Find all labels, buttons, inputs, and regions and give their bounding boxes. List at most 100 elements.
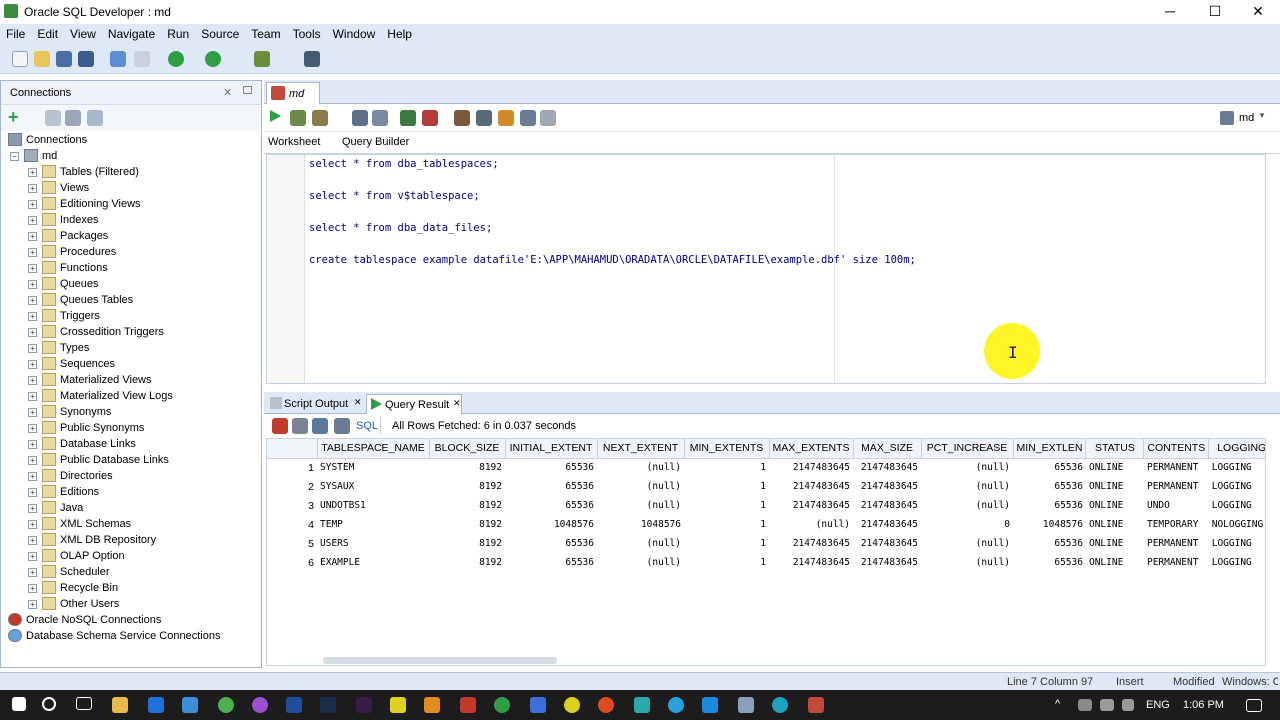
app-icon[interactable] bbox=[424, 697, 440, 713]
tab-query-builder[interactable]: Query Builder bbox=[342, 136, 409, 148]
rollback-icon[interactable] bbox=[422, 110, 438, 126]
expand-icon[interactable]: + bbox=[28, 232, 37, 241]
browser-icon[interactable] bbox=[182, 697, 198, 713]
app-icon[interactable] bbox=[598, 697, 614, 713]
expand-icon[interactable]: + bbox=[28, 360, 37, 369]
menu-help[interactable]: Help bbox=[381, 24, 418, 41]
edge-icon[interactable] bbox=[148, 697, 164, 713]
clock[interactable]: 1:06 PM bbox=[1183, 699, 1224, 711]
explain-plan-icon[interactable] bbox=[352, 110, 368, 126]
chrome-icon[interactable] bbox=[218, 697, 234, 713]
run-script-icon[interactable] bbox=[290, 110, 306, 126]
autotrace-icon[interactable] bbox=[312, 110, 328, 126]
tab-script-output[interactable]: Script Output ✕ bbox=[268, 394, 364, 414]
sql-monitor-icon[interactable] bbox=[304, 51, 320, 67]
add-connection-icon[interactable]: + bbox=[8, 108, 24, 126]
menu-window[interactable]: Window bbox=[327, 24, 382, 41]
save-all-icon[interactable] bbox=[78, 51, 94, 67]
menu-navigate[interactable]: Navigate bbox=[102, 24, 161, 41]
column-header[interactable]: MIN_EXTLEN bbox=[1013, 439, 1087, 459]
column-header[interactable]: NEXT_EXTENT bbox=[597, 439, 685, 459]
battery-icon[interactable] bbox=[1100, 699, 1114, 711]
tab-worksheet[interactable]: Worksheet bbox=[268, 136, 320, 148]
cortana-icon[interactable] bbox=[42, 697, 56, 711]
pencil-app-icon[interactable] bbox=[390, 697, 406, 713]
tab-md[interactable]: md bbox=[266, 82, 320, 104]
migration-icon[interactable] bbox=[254, 51, 270, 67]
forward-icon[interactable] bbox=[205, 51, 221, 67]
filter-icon[interactable] bbox=[65, 110, 81, 126]
windows-start-icon[interactable] bbox=[12, 697, 26, 711]
commit-icon[interactable] bbox=[400, 110, 416, 126]
expand-icon[interactable]: + bbox=[28, 440, 37, 449]
expand-icon[interactable]: + bbox=[28, 184, 37, 193]
pin-icon[interactable] bbox=[272, 418, 288, 434]
expand-icon[interactable]: + bbox=[28, 264, 37, 273]
open-icon[interactable] bbox=[34, 51, 50, 67]
expand-icon[interactable]: + bbox=[28, 520, 37, 529]
expand-icon[interactable]: + bbox=[28, 248, 37, 257]
close-button[interactable]: ✕ bbox=[1236, 0, 1280, 22]
column-header[interactable]: MAX_SIZE bbox=[853, 439, 922, 459]
clear-icon[interactable] bbox=[498, 110, 514, 126]
app-icon[interactable] bbox=[772, 697, 788, 713]
notifications-icon[interactable] bbox=[1246, 699, 1262, 712]
app-icon[interactable] bbox=[252, 697, 268, 713]
expand-icon[interactable]: + bbox=[28, 536, 37, 545]
column-header[interactable]: MIN_EXTENTS bbox=[684, 439, 770, 459]
menu-run[interactable]: Run bbox=[161, 24, 195, 41]
expand-icon[interactable]: + bbox=[28, 424, 37, 433]
expand-icon[interactable]: + bbox=[28, 568, 37, 577]
table-row[interactable]: 5 USERS 8192 65536 (null) 1 2147483645 21474836… bbox=[267, 534, 1265, 553]
table-row[interactable]: 6 EXAMPLE 8192 65536 (null) 1 2147483645 214748… bbox=[267, 553, 1265, 572]
expand-icon[interactable]: + bbox=[28, 280, 37, 289]
sql-history-icon[interactable] bbox=[520, 110, 536, 126]
expand-icon[interactable]: + bbox=[28, 408, 37, 417]
tray-chevron-icon[interactable]: ^ bbox=[1055, 698, 1060, 710]
table-row[interactable]: 1 SYSTEM 8192 65536 (null) 1 2147483645 2147483… bbox=[267, 458, 1265, 477]
task-view-icon[interactable] bbox=[76, 697, 92, 710]
volume-icon[interactable] bbox=[1122, 699, 1134, 711]
unshared-sql-icon[interactable] bbox=[454, 110, 470, 126]
menu-view[interactable]: View bbox=[64, 24, 102, 41]
app-icon[interactable] bbox=[738, 697, 754, 713]
column-header[interactable]: LOGGING bbox=[1208, 439, 1265, 459]
column-header[interactable]: MAX_EXTENTS bbox=[769, 439, 854, 459]
table-row[interactable]: 4 TEMP 8192 1048576 1048576 1 (null) 2147483645… bbox=[267, 515, 1265, 534]
app-icon[interactable] bbox=[668, 697, 684, 713]
expand-icon[interactable]: + bbox=[28, 200, 37, 209]
sql-developer-taskbar-icon[interactable] bbox=[808, 697, 824, 713]
expand-icon[interactable]: + bbox=[28, 504, 37, 513]
expand-icon[interactable]: + bbox=[28, 488, 37, 497]
expand-icon[interactable]: + bbox=[28, 392, 37, 401]
back-icon[interactable] bbox=[168, 51, 184, 67]
save-icon[interactable] bbox=[56, 51, 72, 67]
expand-icon[interactable]: − bbox=[10, 152, 19, 161]
redo-icon[interactable] bbox=[134, 51, 150, 67]
expand-icon[interactable]: + bbox=[28, 296, 37, 305]
expand-icon[interactable]: + bbox=[28, 600, 37, 609]
table-row[interactable]: 2 SYSAUX 8192 65536 (null) 1 2147483645 2147483… bbox=[267, 477, 1265, 496]
language-indicator[interactable]: ENG bbox=[1146, 699, 1170, 711]
app-icon[interactable] bbox=[460, 697, 476, 713]
expand-icon[interactable]: + bbox=[28, 376, 37, 385]
column-header[interactable]: INITIAL_EXTENT bbox=[505, 439, 598, 459]
column-header[interactable]: STATUS bbox=[1085, 439, 1145, 459]
app-icon[interactable] bbox=[564, 697, 580, 713]
expand-icon[interactable]: + bbox=[28, 456, 37, 465]
column-header[interactable]: CONTENTS bbox=[1143, 439, 1210, 459]
expand-icon[interactable]: + bbox=[28, 552, 37, 561]
expand-icon[interactable]: + bbox=[28, 472, 37, 481]
app-icon[interactable] bbox=[702, 697, 718, 713]
print-icon[interactable] bbox=[292, 418, 308, 434]
tab-query-result[interactable]: Query Result ✕ bbox=[366, 394, 462, 414]
column-header[interactable]: PCT_INCREASE bbox=[921, 439, 1014, 459]
results-grid[interactable]: TABLESPACE_NAME BLOCK_SIZE INITIAL_EXTENT N… bbox=[266, 438, 1266, 666]
to-upper-icon[interactable] bbox=[476, 110, 492, 126]
expand-icon[interactable]: + bbox=[28, 344, 37, 353]
connection-selector[interactable]: md ▼ bbox=[1214, 108, 1266, 128]
sql-editor[interactable]: select * from dba_tablespaces; select * … bbox=[266, 154, 1266, 384]
menu-source[interactable]: Source bbox=[195, 24, 245, 41]
table-row[interactable]: 3 UNDOTBS1 8192 65536 (null) 1 2147483645 21474… bbox=[267, 496, 1265, 515]
visio-icon[interactable] bbox=[286, 697, 302, 713]
